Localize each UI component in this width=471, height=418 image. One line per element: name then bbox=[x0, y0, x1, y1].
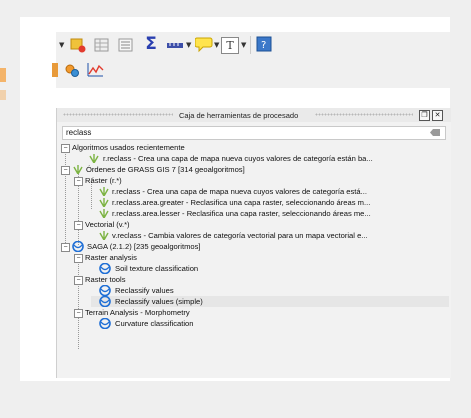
collapse-icon[interactable]: − bbox=[61, 166, 70, 175]
collapse-icon[interactable]: − bbox=[74, 309, 83, 318]
tree-item-curvature-classification[interactable]: Curvature classification bbox=[91, 318, 449, 329]
measure-dropdown-icon[interactable]: ▼ bbox=[186, 41, 191, 49]
tree-item-soil-texture[interactable]: Soil texture classification bbox=[91, 263, 449, 274]
tree-group-raster-analysis[interactable]: − Raster analysis bbox=[74, 252, 449, 263]
tree-label: r.reclass - Crea una capa de mapa nueva … bbox=[103, 154, 373, 163]
close-button[interactable]: ✕ bbox=[432, 110, 443, 121]
clear-search-icon[interactable] bbox=[430, 129, 440, 136]
tree-group-raster[interactable]: − Ráster (r.*) bbox=[74, 175, 449, 186]
tree-item-recent-reclass[interactable]: r.reclass - Crea una capa de mapa nueva … bbox=[77, 153, 449, 164]
search-input[interactable]: reclass bbox=[62, 126, 446, 140]
tree-label: Reclassify values (simple) bbox=[115, 297, 203, 306]
tree-label: r.reclass.area.greater - Reclasifica una… bbox=[112, 198, 371, 207]
tree-item-reclassify-values-simple[interactable]: Reclassify values (simple) bbox=[91, 296, 449, 307]
tree-group-raster-tools[interactable]: − Raster tools bbox=[74, 274, 449, 285]
tree-label: SAGA (2.1.2) [235 geoalgoritmos] bbox=[87, 242, 201, 251]
tree-label: Vectorial (v.*) bbox=[85, 220, 130, 229]
partial-icon[interactable] bbox=[52, 63, 58, 77]
float-button[interactable]: ❐ bbox=[419, 110, 430, 121]
tree-item-r-reclass-area-lesser[interactable]: r.reclass.area.lesser - Reclasifica una … bbox=[91, 208, 449, 219]
annotation-icon[interactable] bbox=[195, 35, 213, 53]
statistics-icon[interactable] bbox=[118, 37, 134, 53]
select-features-icon[interactable] bbox=[70, 37, 86, 53]
measure-icon[interactable] bbox=[166, 37, 184, 53]
tree-label: Terrain Analysis - Morphometry bbox=[85, 308, 190, 317]
graph-icon[interactable] bbox=[86, 62, 104, 78]
panel-titlebar[interactable]: Caja de herramientas de procesado ❐ ✕ bbox=[57, 108, 451, 122]
saga-icon bbox=[72, 241, 84, 252]
tree-group-recent[interactable]: − Algoritmos usados recientemente bbox=[61, 142, 449, 153]
annotation-dropdown-icon[interactable]: ▼ bbox=[214, 41, 219, 49]
svg-text:?: ? bbox=[261, 40, 266, 51]
tree-label: Curvature classification bbox=[115, 319, 194, 328]
collapse-icon[interactable]: − bbox=[61, 243, 70, 252]
tree-label: Raster tools bbox=[85, 275, 126, 284]
collapse-icon[interactable]: − bbox=[74, 254, 83, 263]
tree-label: Raster analysis bbox=[85, 253, 137, 262]
algorithm-tree: − Algoritmos usados recientemente r.recl… bbox=[57, 142, 451, 378]
processing-toolbox-panel: Caja de herramientas de procesado ❐ ✕ re… bbox=[56, 108, 451, 378]
tree-label: r.reclass.area.lesser - Reclasifica una … bbox=[112, 209, 371, 218]
saga-icon bbox=[99, 318, 111, 329]
tree-item-reclassify-values[interactable]: Reclassify values bbox=[91, 285, 449, 296]
tree-label: Reclassify values bbox=[115, 286, 174, 295]
orange-edge-2 bbox=[0, 90, 6, 100]
tree-group-terrain-analysis[interactable]: − Terrain Analysis - Morphometry bbox=[74, 307, 449, 318]
toolbar-separator bbox=[250, 36, 251, 54]
search-value: reclass bbox=[66, 128, 92, 137]
tree-label: Órdenes de GRASS GIS 7 [314 geoalgoritmo… bbox=[86, 165, 245, 174]
panel-title: Caja de herramientas de procesado bbox=[179, 111, 299, 120]
tree-item-v-reclass[interactable]: v.reclass - Cambia valores de categoría … bbox=[91, 230, 449, 241]
help-icon[interactable]: ? bbox=[256, 36, 272, 52]
grass-icon bbox=[99, 187, 109, 196]
tree-label: Ráster (r.*) bbox=[85, 176, 122, 185]
tree-label: r.reclass - Crea una capa de mapa nueva … bbox=[112, 187, 367, 196]
toolbar: ▼ Σ ▼ ▼ T ▼ ? bbox=[52, 32, 450, 88]
dropdown-arrow-icon[interactable]: ▼ bbox=[59, 41, 64, 49]
tree-line bbox=[78, 257, 79, 349]
sum-icon[interactable]: Σ bbox=[143, 34, 159, 54]
orange-edge-1 bbox=[0, 68, 6, 82]
grass-icon bbox=[99, 231, 109, 240]
tree-item-r-reclass[interactable]: r.reclass - Crea una capa de mapa nueva … bbox=[91, 186, 449, 197]
collapse-icon[interactable]: − bbox=[74, 221, 83, 230]
text-annotation-icon[interactable]: T bbox=[221, 37, 239, 54]
tree-group-saga[interactable]: − SAGA (2.1.2) [235 geoalgoritmos] bbox=[61, 241, 449, 252]
grass-icon bbox=[99, 198, 109, 207]
tree-label: Algoritmos usados recientemente bbox=[72, 143, 185, 152]
collapse-icon[interactable]: − bbox=[61, 144, 70, 153]
tree-label: Soil texture classification bbox=[115, 264, 199, 273]
tree-label: v.reclass - Cambia valores de categoría … bbox=[112, 231, 368, 240]
text-dropdown-icon[interactable]: ▼ bbox=[241, 41, 246, 49]
collapse-icon[interactable]: − bbox=[74, 276, 83, 285]
saga-icon bbox=[99, 285, 111, 296]
grass-icon bbox=[99, 209, 109, 218]
tree-group-vector[interactable]: − Vectorial (v.*) bbox=[74, 219, 449, 230]
grip-right bbox=[315, 113, 413, 116]
tree-item-r-reclass-area-greater[interactable]: r.reclass.area.greater - Reclasifica una… bbox=[91, 197, 449, 208]
attribute-table-icon[interactable] bbox=[94, 37, 110, 53]
grip-left bbox=[63, 113, 173, 116]
processing-model-icon[interactable] bbox=[64, 62, 80, 78]
collapse-icon[interactable]: − bbox=[74, 177, 83, 186]
tree-group-grass[interactable]: − Órdenes de GRASS GIS 7 [314 geoalgorit… bbox=[61, 164, 449, 175]
saga-icon bbox=[99, 296, 111, 307]
saga-icon bbox=[99, 263, 111, 274]
grass-icon bbox=[73, 165, 83, 174]
grass-icon bbox=[89, 154, 99, 163]
